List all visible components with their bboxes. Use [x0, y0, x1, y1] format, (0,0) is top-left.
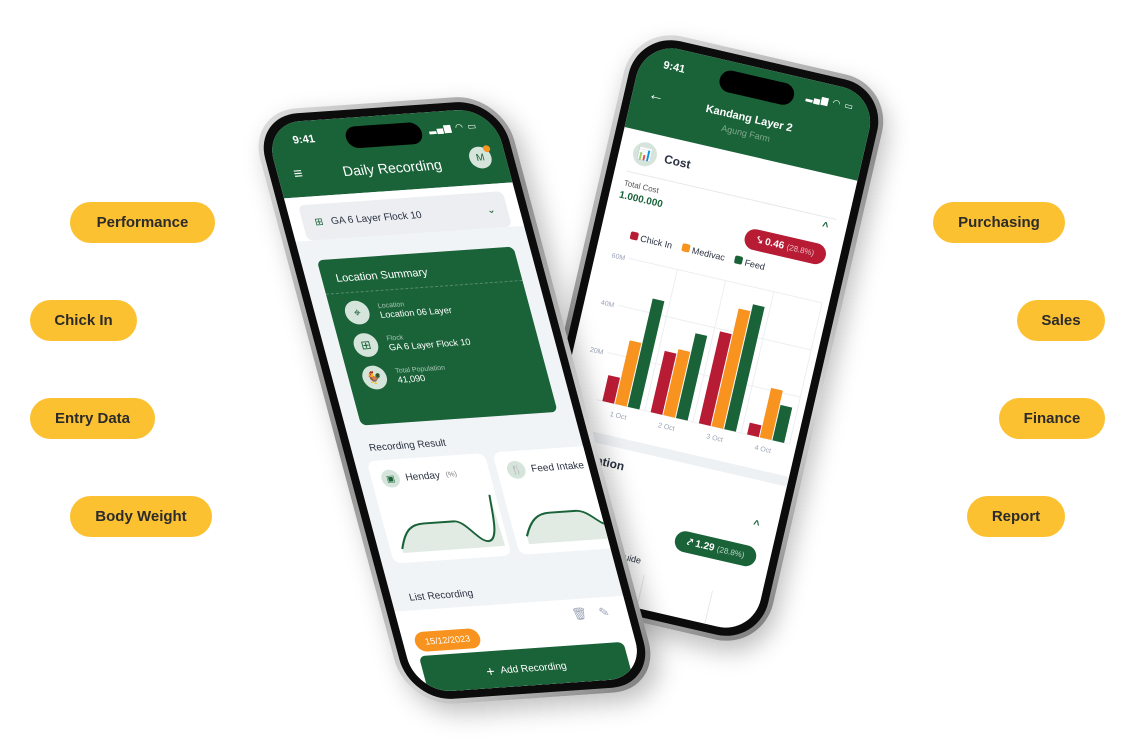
section-title-cost: Cost [662, 151, 693, 172]
x-tick-label: 4 Oct [754, 445, 772, 456]
chevron-up-icon[interactable]: ^ [821, 220, 830, 233]
feature-performance: Performance [70, 202, 215, 243]
chart-icon: 📊 [630, 139, 660, 169]
population-change-badge: ⤤ 1.29 (28.8%) [673, 529, 759, 569]
egg-counter-icon: ▣ [379, 469, 402, 489]
badge2-pct: (28.8%) [715, 544, 746, 560]
chevron-up-icon-2[interactable]: ^ [752, 518, 761, 531]
location-pin-icon: ⌖ [342, 299, 373, 326]
pencil-icon[interactable]: ✎ [597, 605, 611, 619]
grid-icon: ⊞ [350, 332, 382, 358]
y-tick-label: 20M [589, 347, 604, 357]
location-summary-card: Location Summary ⌖ Location Location 06 La… [316, 246, 558, 426]
feature-purchasing: Purchasing [933, 202, 1065, 243]
y-tick-label: 60M [611, 252, 626, 262]
chevron-down-icon: ⌄ [485, 204, 497, 216]
feature-finance: Finance [999, 398, 1105, 439]
summary-row-population: 🐓 Total Population 41,090 [359, 355, 535, 391]
badge2-value: 1.29 [694, 538, 716, 554]
x-tick-label: 1 Oct [609, 411, 627, 422]
trash-icon[interactable]: 🗑 [570, 606, 589, 621]
feature-sales: Sales [1017, 300, 1105, 341]
summary-row-location: ⌖ Location Location 06 Layer [342, 290, 517, 326]
badge-pct: (28.8%) [785, 242, 816, 258]
gridline [788, 302, 823, 445]
badge-value: 0.46 [763, 236, 786, 252]
x-tick-label: 3 Oct [706, 433, 724, 444]
status-time: 9:41 [291, 133, 317, 147]
fork-knife-icon: 🍴 [504, 460, 528, 480]
y-tick-label: 40M [600, 300, 615, 310]
flock-select-value: GA 6 Layer Flock 10 [329, 209, 423, 227]
legend-medivac: Medivac [681, 243, 726, 263]
henday-card[interactable]: ▣ Henday (%) [366, 453, 512, 564]
feature-entry-data: Entry Data [30, 398, 155, 439]
grid-icon: ⊞ [313, 216, 325, 228]
feature-report: Report [967, 496, 1065, 537]
legend-chick-in: Chick In [629, 231, 673, 251]
plus-icon: + [484, 663, 497, 680]
list-recording-title: List Recording [407, 588, 475, 604]
chicken-icon: 🐓 [359, 364, 390, 391]
recording-result-title: Recording Result [367, 437, 448, 454]
x-tick-label: 2 Oct [657, 422, 675, 433]
summary-row-flock: ⊞ Flock GA 6 Layer Flock 10 [350, 322, 526, 358]
feature-chick-in: Chick In [30, 300, 137, 341]
henday-sparkline [401, 494, 506, 553]
legend-feed: Feed [733, 255, 766, 272]
feature-body-weight: Body Weight [70, 496, 212, 537]
date-badge: 15/12/2023 [412, 627, 483, 653]
